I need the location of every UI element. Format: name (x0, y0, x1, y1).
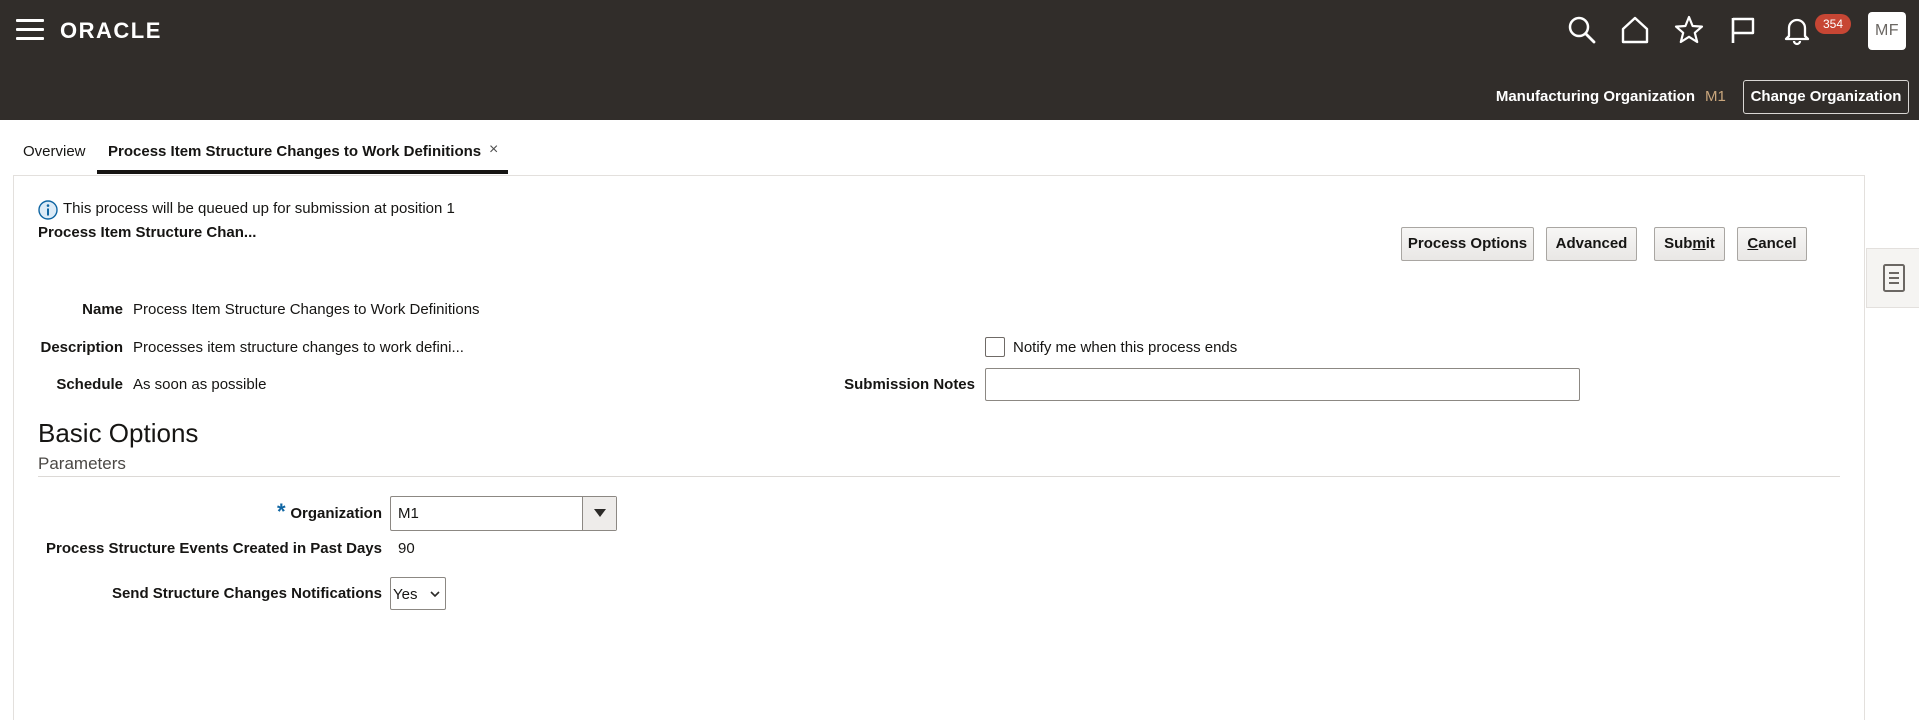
description-value: Processes item structure changes to work… (133, 339, 464, 356)
tab-overview[interactable]: Overview (23, 143, 86, 160)
change-organization-button[interactable]: Change Organization (1743, 80, 1909, 114)
home-icon[interactable] (1619, 14, 1651, 46)
send-notifications-select[interactable]: Yes (390, 577, 446, 610)
description-label: Description (40, 339, 123, 356)
submission-notes-label: Submission Notes (844, 376, 975, 393)
process-options-button[interactable]: Process Options (1401, 227, 1534, 261)
star-icon[interactable] (1673, 14, 1705, 46)
process-title: Process Item Structure Chan... (38, 224, 257, 241)
hamburger-icon[interactable] (16, 19, 44, 43)
org-value: M1 (1705, 88, 1726, 105)
avatar[interactable]: MF (1868, 12, 1906, 50)
active-tab-indicator (97, 170, 508, 174)
send-notifications-label: Send Structure Changes Notifications (111, 585, 382, 602)
document-icon (1883, 264, 1905, 292)
info-icon (38, 200, 58, 220)
queue-info-message: This process will be queued up for submi… (63, 200, 455, 217)
send-notifications-value: Yes (393, 586, 418, 603)
flag-icon[interactable] (1727, 14, 1759, 46)
organization-combobox[interactable]: M1 (390, 496, 617, 531)
svg-text:ORACLE: ORACLE (60, 18, 162, 43)
schedule-label: Schedule (56, 376, 123, 393)
search-icon[interactable] (1566, 14, 1598, 46)
side-panel-tab[interactable] (1866, 248, 1919, 308)
bell-icon[interactable] (1781, 14, 1813, 46)
notify-label: Notify me when this process ends (1013, 339, 1238, 356)
notify-checkbox[interactable] (985, 337, 1005, 357)
basic-options-title: Basic Options (38, 418, 199, 448)
name-value: Process Item Structure Changes to Work D… (133, 301, 480, 318)
global-header: ORACLE 354 MF Manufacturing Organization… (0, 0, 1919, 120)
org-label: Manufacturing Organization (1495, 88, 1695, 105)
schedule-value: As soon as possible (133, 376, 267, 393)
oracle-logo[interactable]: ORACLE (60, 17, 192, 43)
past-days-value: 90 (398, 540, 415, 557)
caret-down-icon (594, 509, 606, 517)
parameters-title: Parameters (38, 454, 126, 473)
submit-button[interactable]: Submit (1654, 227, 1725, 261)
organization-label: Organization (290, 505, 382, 522)
past-days-label: Process Structure Events Created in Past… (46, 540, 382, 557)
organization-dropdown-button[interactable] (582, 497, 616, 530)
organization-value: M1 (398, 505, 419, 522)
name-label: Name (82, 301, 123, 318)
required-indicator: * (277, 499, 286, 524)
close-icon[interactable]: × (489, 141, 498, 159)
cancel-button[interactable]: Cancel (1737, 227, 1807, 261)
tab-process-item-structure[interactable]: Process Item Structure Changes to Work D… (108, 143, 481, 160)
advanced-button[interactable]: Advanced (1546, 227, 1637, 261)
submission-notes-input[interactable] (985, 368, 1580, 401)
section-divider (38, 476, 1840, 477)
notification-badge[interactable]: 354 (1815, 14, 1851, 34)
chevron-down-icon (430, 591, 440, 598)
